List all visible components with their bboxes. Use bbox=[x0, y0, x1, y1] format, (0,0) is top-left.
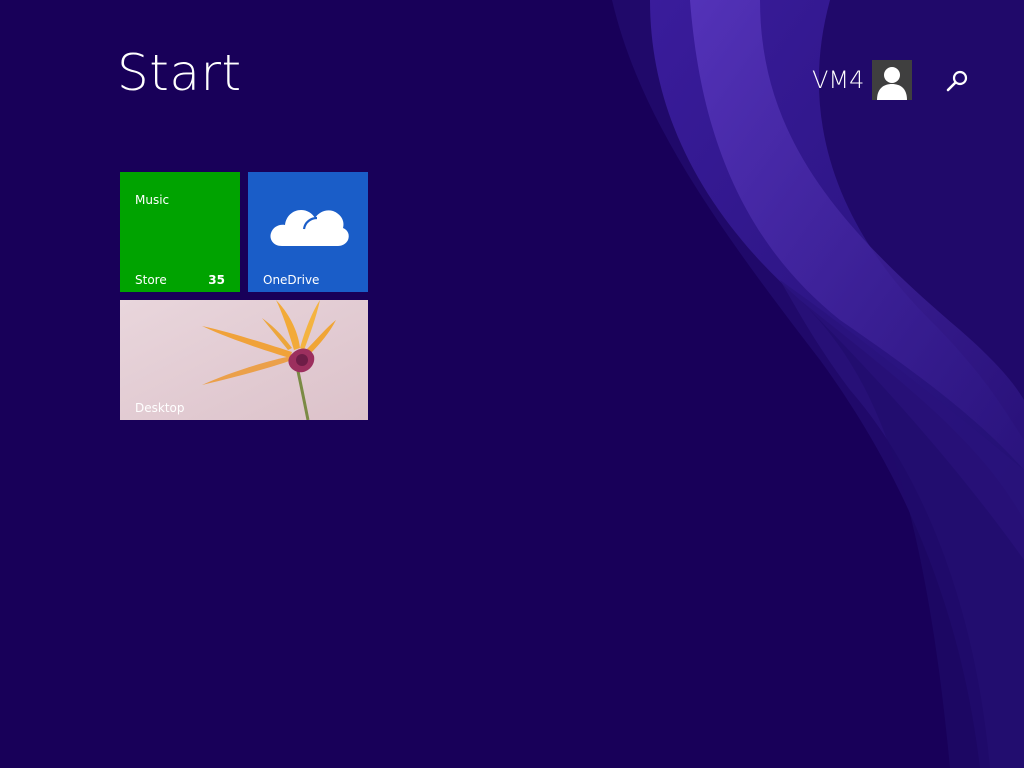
desktop-tile[interactable]: Desktop bbox=[120, 300, 368, 420]
start-screen: Start VM4 Music Store 35 OneDrive Deskto… bbox=[0, 0, 1024, 768]
user-name: VM4 bbox=[812, 66, 865, 94]
onedrive-tile[interactable]: OneDrive bbox=[248, 172, 368, 292]
tile-label-desktop: Desktop bbox=[135, 401, 185, 415]
tile-label-store: Store bbox=[135, 273, 167, 287]
avatar bbox=[872, 60, 913, 100]
user-account-button[interactable]: VM4 bbox=[812, 60, 913, 100]
page-title: Start bbox=[117, 44, 242, 102]
search-button[interactable] bbox=[944, 68, 970, 94]
tile-label-onedrive: OneDrive bbox=[263, 273, 320, 287]
cloud-icon bbox=[270, 210, 349, 246]
user-silhouette-icon bbox=[872, 60, 913, 100]
music-store-tile[interactable]: Music Store 35 bbox=[120, 172, 240, 292]
store-badge-count: 35 bbox=[208, 273, 225, 287]
search-icon bbox=[946, 70, 968, 92]
tile-title-music: Music bbox=[135, 193, 170, 207]
